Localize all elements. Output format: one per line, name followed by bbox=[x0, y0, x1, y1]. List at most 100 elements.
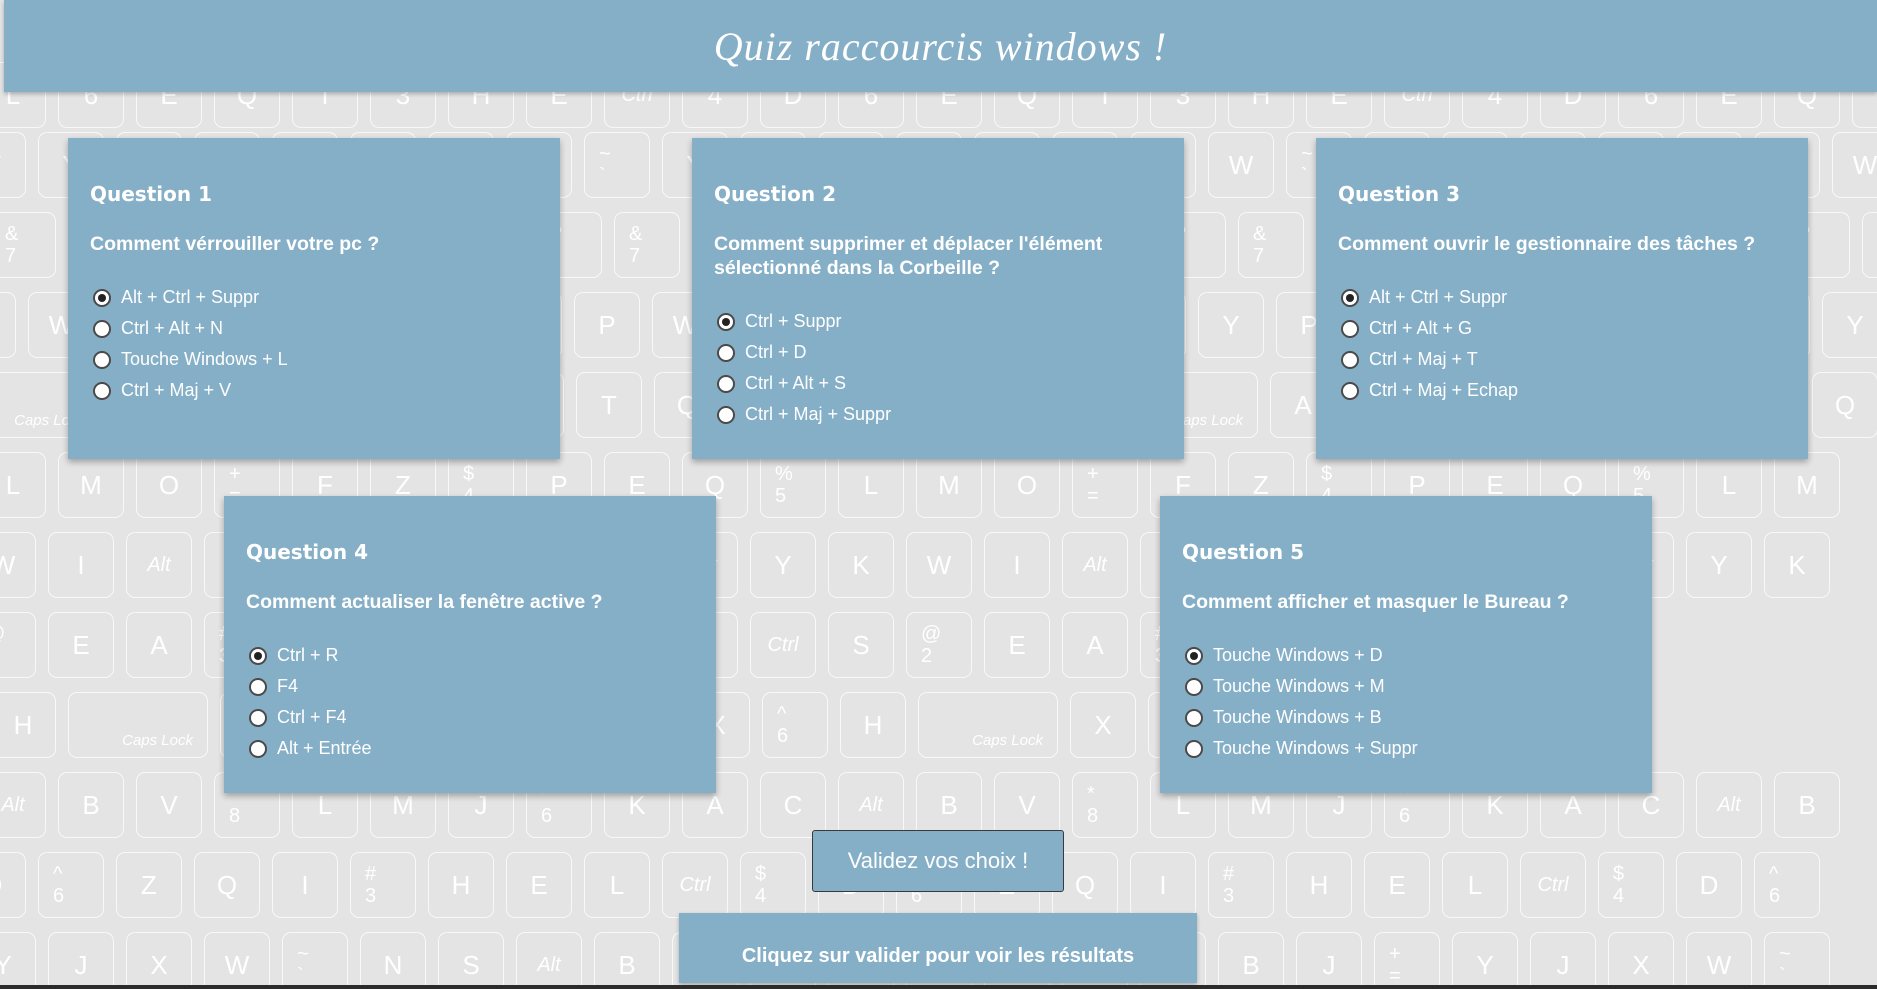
answer-option[interactable]: Ctrl + Maj + Suppr bbox=[717, 399, 1162, 430]
keyboard-key: I bbox=[272, 852, 338, 918]
answer-option[interactable]: Touche Windows + L bbox=[93, 344, 538, 375]
key-lower-symbol: 5 bbox=[775, 485, 787, 507]
radio-button[interactable] bbox=[717, 405, 735, 424]
key-upper-symbol: ^ bbox=[777, 703, 787, 725]
keyboard-key: &7 bbox=[1862, 212, 1877, 278]
answer-option[interactable]: Ctrl + Alt + N bbox=[93, 313, 538, 344]
radio-button[interactable] bbox=[1341, 381, 1359, 400]
keyboard-key: Alt bbox=[838, 772, 904, 838]
keyboard-key: A bbox=[1062, 612, 1128, 678]
answer-label: Ctrl + Maj + Suppr bbox=[745, 404, 892, 424]
question-title: Question 4 bbox=[246, 540, 368, 564]
answer-option[interactable]: Ctrl + D bbox=[717, 337, 1162, 368]
radio-button[interactable] bbox=[93, 288, 111, 307]
radio-button[interactable] bbox=[1341, 350, 1359, 369]
radio-button[interactable] bbox=[1185, 646, 1203, 665]
keyboard-key: ^6 bbox=[38, 852, 104, 918]
answer-option[interactable]: Ctrl + R bbox=[249, 640, 694, 671]
question-card-5: Question 5 Comment afficher et masquer l… bbox=[1160, 496, 1652, 793]
keyboard-key: Y bbox=[1452, 932, 1518, 989]
answer-label: Touche Windows + M bbox=[1213, 676, 1385, 696]
answer-option[interactable]: Ctrl + Maj + V bbox=[93, 375, 538, 406]
keyboard-key: W bbox=[906, 532, 972, 598]
key-upper-symbol: & bbox=[1253, 223, 1267, 245]
keyboard-key: E bbox=[506, 852, 572, 918]
keyboard-key: Caps Lock bbox=[918, 692, 1058, 758]
keyboard-key: S bbox=[438, 932, 504, 989]
answer-option[interactable]: Ctrl + F4 bbox=[249, 702, 694, 733]
answer-label: Ctrl + Alt + N bbox=[121, 318, 224, 338]
radio-button[interactable] bbox=[93, 319, 111, 338]
keyboard-key: Y bbox=[0, 932, 36, 989]
keyboard-key: W bbox=[0, 292, 16, 358]
key-upper-symbol: @ bbox=[921, 623, 942, 645]
keyboard-key: L bbox=[838, 452, 904, 518]
answer-option[interactable]: Ctrl + Maj + T bbox=[1341, 344, 1786, 375]
keyboard-key: Y bbox=[0, 132, 26, 198]
keyboard-key: Z bbox=[116, 852, 182, 918]
key-lower-symbol: 8 bbox=[1087, 805, 1099, 827]
key-upper-symbol: ^ bbox=[53, 863, 63, 885]
radio-button[interactable] bbox=[717, 312, 735, 331]
radio-button[interactable] bbox=[1341, 288, 1359, 307]
radio-button[interactable] bbox=[1185, 708, 1203, 727]
answer-option[interactable]: Ctrl + Suppr bbox=[717, 306, 1162, 337]
answer-option[interactable]: Alt + Ctrl + Suppr bbox=[93, 282, 538, 313]
answer-options: Ctrl + Suppr Ctrl + D Ctrl + Alt + S Ctr… bbox=[714, 306, 1162, 430]
keyboard-key: L bbox=[1696, 452, 1762, 518]
answer-option[interactable]: Ctrl + Alt + G bbox=[1341, 313, 1786, 344]
radio-button[interactable] bbox=[249, 708, 267, 727]
radio-button[interactable] bbox=[93, 350, 111, 369]
answer-option[interactable]: Touche Windows + D bbox=[1185, 640, 1630, 671]
radio-button[interactable] bbox=[1185, 739, 1203, 758]
radio-button[interactable] bbox=[717, 343, 735, 362]
radio-button[interactable] bbox=[249, 739, 267, 758]
keyboard-key: Ctrl bbox=[662, 852, 728, 918]
keyboard-key: E bbox=[1364, 852, 1430, 918]
keyboard-key: P bbox=[574, 292, 640, 358]
answer-option[interactable]: F4 bbox=[249, 671, 694, 702]
radio-button[interactable] bbox=[1185, 677, 1203, 696]
answer-option[interactable]: Ctrl + Alt + S bbox=[717, 368, 1162, 399]
keyboard-key: Y bbox=[1822, 292, 1877, 358]
question-card-3: Question 3 Comment ouvrir le gestionnair… bbox=[1316, 138, 1808, 459]
keyboard-key: I bbox=[48, 532, 114, 598]
radio-button[interactable] bbox=[1341, 319, 1359, 338]
keyboard-key: Q bbox=[194, 852, 260, 918]
radio-button[interactable] bbox=[717, 374, 735, 393]
keyboard-key: *8 bbox=[1072, 772, 1138, 838]
submit-button[interactable]: Validez vos choix ! bbox=[812, 830, 1064, 892]
radio-button[interactable] bbox=[249, 677, 267, 696]
radio-button[interactable] bbox=[93, 381, 111, 400]
keyboard-key: W bbox=[204, 932, 270, 989]
question-title: Question 3 bbox=[1338, 182, 1460, 206]
keyboard-key: K bbox=[1764, 532, 1830, 598]
keyboard-key: $4 bbox=[1598, 852, 1664, 918]
key-lower-symbol: 4 bbox=[1613, 885, 1625, 907]
keyboard-key: I bbox=[984, 532, 1050, 598]
answer-label: Touche Windows + B bbox=[1213, 707, 1382, 727]
answer-option[interactable]: Touche Windows + B bbox=[1185, 702, 1630, 733]
keyboard-key: H bbox=[840, 692, 906, 758]
key-upper-symbol: + bbox=[1389, 943, 1401, 965]
answer-option[interactable]: Ctrl + Maj + Echap bbox=[1341, 375, 1786, 406]
radio-button[interactable] bbox=[249, 646, 267, 665]
answer-option[interactable]: Touche Windows + M bbox=[1185, 671, 1630, 702]
page-header: Quiz raccourcis windows ! bbox=[4, 0, 1877, 92]
key-upper-symbol: ~ bbox=[599, 143, 611, 165]
key-lower-symbol: 3 bbox=[365, 885, 377, 907]
answer-option[interactable]: Alt + Entrée bbox=[249, 733, 694, 764]
keyboard-key: J bbox=[48, 932, 114, 989]
keyboard-key: Ctrl bbox=[750, 612, 816, 678]
answer-label: Alt + Ctrl + Suppr bbox=[1369, 287, 1508, 307]
answer-label: Ctrl + Alt + S bbox=[745, 373, 847, 393]
keyboard-key: T bbox=[576, 372, 642, 438]
key-lower-symbol: 6 bbox=[541, 805, 553, 827]
answer-option[interactable]: Touche Windows + Suppr bbox=[1185, 733, 1630, 764]
keyboard-key: L bbox=[0, 452, 46, 518]
answer-label: Alt + Entrée bbox=[277, 738, 372, 758]
keyboard-key: V bbox=[136, 772, 202, 838]
key-lower-symbol: 3 bbox=[1223, 885, 1235, 907]
answer-option[interactable]: Alt + Ctrl + Suppr bbox=[1341, 282, 1786, 313]
keyboard-key: O bbox=[136, 452, 202, 518]
